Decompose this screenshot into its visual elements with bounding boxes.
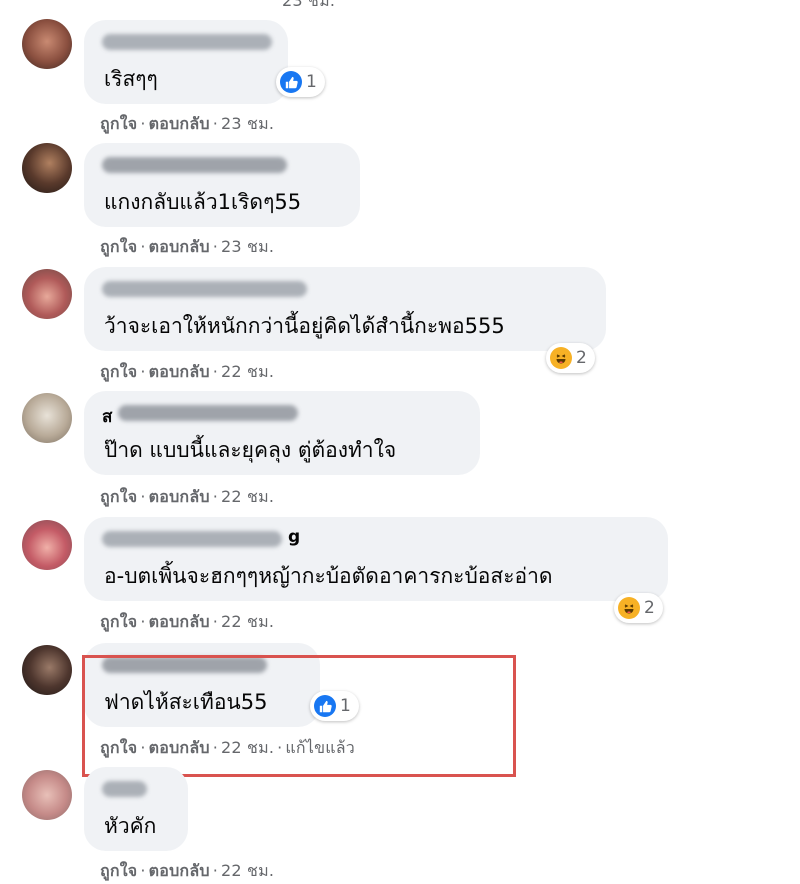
reply-link[interactable]: ตอบกลับ (149, 612, 210, 631)
reply-link[interactable]: ตอบกลับ (149, 362, 210, 381)
comment-bubble: g อ-บตเพิ้นจะฮกๆๆหญ้ากะบ้อตัดอาคารกะบ้อส… (84, 517, 668, 601)
avatar[interactable] (22, 645, 72, 695)
comment-actions: ถูกใจ · ตอบกลับ · 22 ชม. (100, 360, 274, 385)
avatar[interactable] (22, 19, 72, 69)
comment-time: 23 ชม. (282, 0, 336, 10)
comment-text: อ-บตเพิ้นจะฮกๆๆหญ้ากะบ้อตัดอาคารกะบ้อสะอ… (104, 564, 553, 588)
reaction-count[interactable]: 1 (276, 67, 325, 97)
reaction-count[interactable]: 2 (614, 593, 663, 623)
like-reaction-icon (280, 71, 302, 93)
action-separator: · (212, 114, 218, 133)
comment-time[interactable]: 22 ชม. (221, 861, 274, 880)
comment-actions: ถูกใจ · ตอบกลับ · 22 ชม. (100, 859, 274, 884)
haha-reaction-icon (550, 347, 572, 369)
action-separator: · (140, 362, 146, 381)
action-separator: · (140, 237, 146, 256)
like-link[interactable]: ถูกใจ (100, 487, 137, 506)
avatar[interactable] (22, 393, 72, 443)
comment-actions: ถูกใจ · ตอบกลับ · 23 ชม. (100, 235, 274, 260)
action-separator: · (212, 487, 218, 506)
comment-text: เริสๆๆ (104, 67, 158, 91)
highlight-box (82, 655, 516, 777)
action-separator: · (212, 237, 218, 256)
reaction-count[interactable]: 2 (546, 343, 595, 373)
comment-actions: ถูกใจ · ตอบกลับ · 23 ชม. (100, 112, 274, 137)
comment-time[interactable]: 23 ชม. (221, 237, 274, 256)
action-separator: · (212, 861, 218, 880)
comment-text: ป๊าด แบบนี้และยุคลุง ตู่ต้องทำใจ (104, 438, 397, 462)
comment-time[interactable]: 22 ชม. (221, 362, 274, 381)
comment-bubble: แกงกลับแล้ว1เริดๆ55 (84, 143, 360, 227)
commenter-name[interactable] (102, 281, 307, 297)
avatar[interactable] (22, 770, 72, 820)
action-separator: · (140, 487, 146, 506)
commenter-name[interactable] (102, 781, 147, 797)
comment-time[interactable]: 22 ชม. (221, 487, 274, 506)
comment-actions: ถูกใจ · ตอบกลับ · 22 ชม. (100, 485, 274, 510)
commenter-name[interactable] (102, 531, 282, 547)
reaction-count-label: 2 (576, 348, 587, 368)
reply-link[interactable]: ตอบกลับ (149, 114, 210, 133)
action-separator: · (140, 114, 146, 133)
reply-link[interactable]: ตอบกลับ (149, 861, 210, 880)
like-link[interactable]: ถูกใจ (100, 237, 137, 256)
commenter-name[interactable] (102, 34, 272, 50)
comment-bubble: เริสๆๆ (84, 20, 288, 104)
comment-bubble: หัวคัก (84, 767, 188, 851)
like-link[interactable]: ถูกใจ (100, 861, 137, 880)
reaction-count-label: 2 (644, 598, 655, 618)
comment-text: ว้าจะเอาให้หนักกว่านี้อยู่คิดได้สำนี้กะพ… (104, 314, 505, 338)
commenter-name[interactable] (102, 157, 287, 173)
avatar[interactable] (22, 269, 72, 319)
like-link[interactable]: ถูกใจ (100, 362, 137, 381)
like-link[interactable]: ถูกใจ (100, 114, 137, 133)
like-link[interactable]: ถูกใจ (100, 612, 137, 631)
haha-reaction-icon (618, 597, 640, 619)
comment-time[interactable]: 22 ชม. (221, 612, 274, 631)
avatar[interactable] (22, 520, 72, 570)
comment-bubble: ส ป๊าด แบบนี้และยุคลุง ตู่ต้องทำใจ (84, 391, 480, 475)
comment-text: หัวคัก (104, 814, 157, 838)
avatar[interactable] (22, 143, 72, 193)
action-separator: · (212, 612, 218, 631)
reply-link[interactable]: ตอบกลับ (149, 237, 210, 256)
action-separator: · (140, 861, 146, 880)
reaction-count-label: 1 (306, 72, 317, 92)
action-separator: · (212, 362, 218, 381)
commenter-name-tail[interactable]: g (288, 527, 300, 547)
action-separator: · (140, 612, 146, 631)
reply-link[interactable]: ตอบกลับ (149, 487, 210, 506)
comment-bubble: ว้าจะเอาให้หนักกว่านี้อยู่คิดได้สำนี้กะพ… (84, 267, 606, 351)
comment-actions: ถูกใจ · ตอบกลับ · 22 ชม. (100, 610, 274, 635)
commenter-name-initial[interactable]: ส (102, 403, 112, 430)
commenter-name[interactable] (118, 405, 298, 421)
comment-text: แกงกลับแล้ว1เริดๆ55 (104, 190, 302, 214)
comment-time[interactable]: 23 ชม. (221, 114, 274, 133)
